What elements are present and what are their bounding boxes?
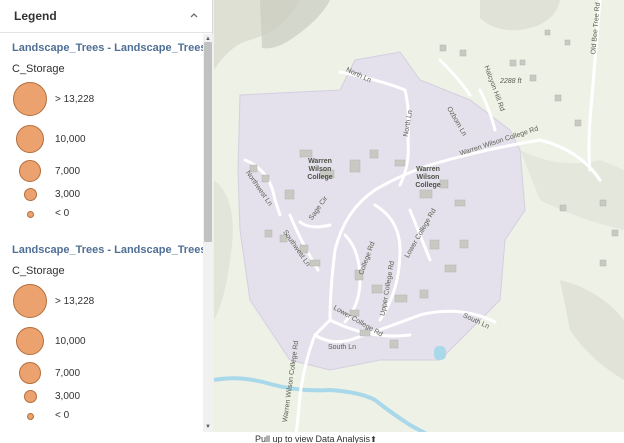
scroll-thumb[interactable] bbox=[204, 42, 212, 242]
legend-layer: Landscape_Trees - Landscape_Trees C_Stor… bbox=[0, 244, 203, 432]
legend-field-label: C_Storage bbox=[12, 63, 65, 75]
legend-class-label: < 0 bbox=[55, 208, 70, 219]
circle-symbol-icon bbox=[27, 413, 34, 420]
circle-symbol-icon bbox=[16, 125, 44, 153]
circle-symbol-icon bbox=[19, 362, 41, 384]
legend-panel: Legend Landscape_Trees - Landscape_Trees… bbox=[0, 0, 213, 432]
legend-header[interactable]: Legend bbox=[0, 0, 212, 33]
circle-symbol-icon bbox=[13, 82, 47, 116]
circle-symbol-icon bbox=[27, 211, 34, 218]
legend-class-label: < 0 bbox=[55, 410, 70, 421]
legend-class-label: > 13,228 bbox=[55, 296, 95, 307]
legend-class-label: 3,000 bbox=[55, 391, 81, 402]
legend-layer-title: Landscape_Trees - Landscape_Trees bbox=[12, 244, 203, 256]
map-label-campus-1-text: Warren Wilson College bbox=[307, 158, 333, 181]
map-label-campus-1: Warren Wilson College bbox=[302, 158, 338, 182]
pullup-label[interactable]: Pull up to view Data Analysis⬆ bbox=[255, 435, 377, 443]
legend-class-label: 3,000 bbox=[55, 189, 81, 200]
legend-class-label: 10,000 bbox=[55, 134, 86, 145]
legend-body: Landscape_Trees - Landscape_Trees C_Stor… bbox=[0, 34, 203, 432]
pullup-bar[interactable]: Pull up to view Data Analysis⬆ bbox=[0, 432, 624, 443]
arrow-up-icon: ⬆ bbox=[370, 435, 377, 443]
scroll-down-arrow-icon[interactable]: ▼ bbox=[203, 422, 213, 432]
legend-field-label: C_Storage bbox=[12, 265, 65, 277]
circle-symbol-icon bbox=[19, 160, 41, 182]
legend-class-label: 7,000 bbox=[55, 368, 81, 379]
pullup-label-text: Pull up to view Data Analysis bbox=[255, 434, 371, 443]
legend-scrollbar[interactable]: ▲ ▼ bbox=[203, 34, 213, 432]
map-label-campus-2-text: Warren Wilson College bbox=[415, 166, 441, 189]
circle-symbol-icon bbox=[13, 284, 47, 318]
legend-class-label: 10,000 bbox=[55, 336, 86, 347]
legend-class-label: > 13,228 bbox=[55, 94, 95, 105]
map-label-south-ln-1: South Ln bbox=[328, 344, 357, 351]
chevron-up-icon[interactable] bbox=[188, 10, 200, 22]
map-app: North Ln North Ln Halcyon Hill Rd Old Be… bbox=[0, 0, 624, 443]
legend-layer-title: Landscape_Trees - Landscape_Trees bbox=[12, 42, 203, 54]
legend-class-label: 7,000 bbox=[55, 166, 81, 177]
legend-title: Legend bbox=[14, 9, 57, 23]
map-label-elevation: 2288 ft bbox=[500, 78, 522, 85]
legend-layer: Landscape_Trees - Landscape_Trees C_Stor… bbox=[0, 42, 203, 232]
circle-symbol-icon bbox=[24, 390, 37, 403]
map-label-campus-2: Warren Wilson College bbox=[410, 166, 446, 190]
circle-symbol-icon bbox=[16, 327, 44, 355]
circle-symbol-icon bbox=[24, 188, 37, 201]
